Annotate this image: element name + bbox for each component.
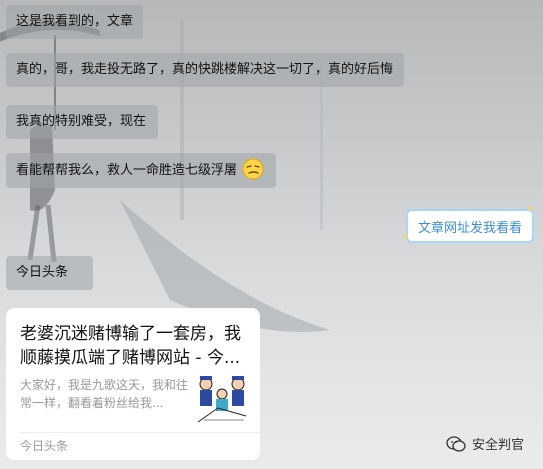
sparkle-icon: ✦ bbox=[526, 204, 535, 215]
article-card[interactable]: 老婆沉迷赌博输了一套房，我顺藤摸瓜端了赌博网站 - 今... 大家好，我是九歌这… bbox=[6, 308, 260, 460]
message-text: 今日头条 bbox=[16, 265, 69, 280]
card-divider bbox=[20, 432, 260, 433]
message-bubble-3: 我真的特别难受，现在 bbox=[6, 105, 158, 139]
police-cartoon-thumbnail bbox=[194, 372, 250, 424]
message-text: 真的，哥，我走投无路了，真的快跳楼解决这一切了，真的好后悔 bbox=[16, 62, 394, 77]
message-bubble-4: 看能帮帮我么，救人一命胜造七级浮屠 bbox=[6, 153, 276, 188]
sparkle-icon: ✦ bbox=[401, 232, 410, 243]
message-bubble-2: 真的，哥，我走投无路了，真的快跳楼解决这一切了，真的好后悔 bbox=[6, 53, 404, 87]
article-source: 今日头条 bbox=[20, 439, 69, 453]
wechat-official-account-icon bbox=[446, 435, 466, 452]
smirk-face-emoji bbox=[242, 158, 264, 180]
reply-text: 文章网址发我看看 bbox=[417, 220, 522, 236]
reply-bubble: 文章网址发我看看 bbox=[406, 209, 534, 243]
watermark: 安全判官 bbox=[446, 434, 524, 453]
message-text: 这是我看到的，文章 bbox=[16, 14, 134, 29]
watermark-text: 安全判官 bbox=[472, 438, 525, 453]
article-description: 大家好，我是九歌这天，我和往常一样，翻看着粉丝给我... bbox=[20, 378, 189, 410]
article-title[interactable]: 老婆沉迷赌博输了一套房，我顺藤摸瓜端了赌博网站 - 今... bbox=[20, 322, 250, 370]
message-bubble-5: 今日头条 bbox=[6, 256, 93, 290]
message-bubble-1: 这是我看到的，文章 bbox=[6, 5, 143, 39]
message-text: 看能帮帮我么，救人一命胜造七级浮屠 bbox=[16, 163, 238, 178]
message-text: 我真的特别难受，现在 bbox=[16, 114, 147, 129]
